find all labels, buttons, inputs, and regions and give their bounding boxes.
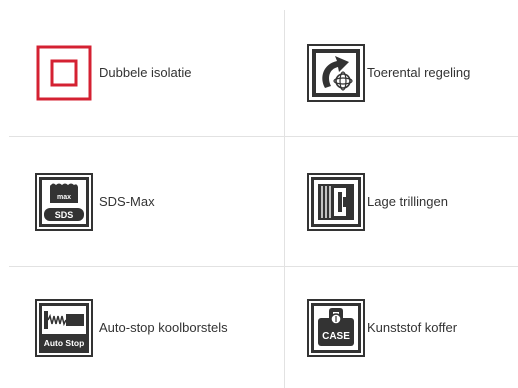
feature-low-vibration: Lage trillingen	[285, 137, 518, 267]
feature-auto-stop: Auto Stop Auto-stop koolborstels	[9, 267, 285, 388]
plastic-case-icon: CASE	[305, 297, 367, 359]
sds-max-icon-text-bottom: SDS	[55, 210, 74, 220]
feature-sds-max: max SDS SDS-Max	[9, 137, 285, 267]
feature-double-insulation: Dubbele isolatie	[9, 10, 285, 137]
feature-grid: Dubbele isolatie Toerental regeling max …	[9, 10, 518, 388]
auto-stop-icon-text: Auto Stop	[44, 338, 85, 348]
auto-stop-icon: Auto Stop	[33, 297, 95, 359]
feature-label: SDS-Max	[99, 193, 155, 209]
feature-label: Kunststof koffer	[367, 319, 458, 335]
feature-label: Auto-stop koolborstels	[99, 319, 228, 335]
sds-max-icon: max SDS	[33, 171, 95, 233]
feature-label: Toerental regeling	[367, 65, 471, 80]
double-insulation-icon	[33, 42, 95, 104]
plastic-case-icon-text: CASE	[322, 331, 350, 342]
sds-max-icon-text-top: max	[57, 194, 71, 201]
low-vibration-icon	[305, 171, 367, 233]
feature-plastic-case: CASE Kunststof koffer	[285, 267, 518, 388]
feature-label: Dubbele isolatie	[99, 65, 192, 80]
speed-control-icon	[305, 42, 367, 104]
feature-label: Lage trillingen	[367, 193, 448, 209]
feature-speed-control: Toerental regeling	[285, 10, 518, 137]
